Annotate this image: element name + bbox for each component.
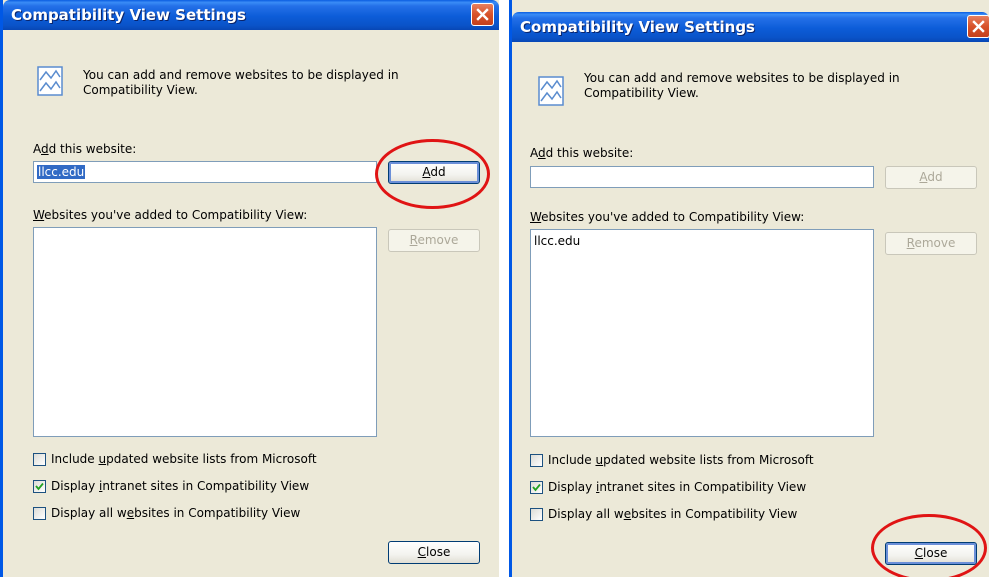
info-line-1: You can add and remove websites to be di… [83,68,399,82]
add-website-value: llcc.edu [37,165,86,179]
add-button[interactable]: Add [885,166,977,189]
title-bar: Compatibility View Settings [512,12,989,42]
websites-list-label: Websites you've added to Compatibility V… [33,208,308,222]
display-all-websites-checkbox[interactable] [33,507,46,520]
dialog-title: Compatibility View Settings [520,18,755,36]
include-updated-lists-checkbox[interactable] [33,453,46,466]
display-intranet-label: Display intranet sites in Compatibility … [51,479,310,493]
list-item[interactable]: llcc.edu [534,234,870,248]
title-bar: Compatibility View Settings [3,0,499,30]
close-window-button[interactable] [967,15,989,38]
include-updated-lists-label: Include updated website lists from Micro… [51,452,317,466]
checkmark-icon [35,482,44,491]
screenshot-stage: Compatibility View Settings You can add … [0,0,989,577]
include-updated-lists-checkbox[interactable] [530,454,543,467]
remove-button[interactable]: Remove [885,232,977,255]
dialog-before: Compatibility View Settings You can add … [0,0,499,577]
display-all-websites-label: Display all websites in Compatibility Vi… [548,507,798,521]
display-all-websites-checkbox[interactable] [530,508,543,521]
compatibility-view-icon [538,76,564,106]
websites-listbox[interactable] [33,227,377,437]
add-website-input[interactable]: llcc.edu [33,161,377,183]
close-button[interactable]: Close [885,542,977,565]
add-website-label: Add this website: [33,142,137,156]
display-intranet-label: Display intranet sites in Compatibility … [548,480,807,494]
add-website-label: Add this website: [530,146,634,160]
dialog-after: Compatibility View Settings You can add … [509,0,989,577]
websites-list-label: Websites you've added to Compatibility V… [530,210,805,224]
add-website-input[interactable] [530,166,874,188]
close-x-icon [972,20,985,33]
close-x-icon [476,8,489,21]
display-all-websites-label: Display all websites in Compatibility Vi… [51,506,301,520]
add-button[interactable]: Add [388,161,480,184]
info-line-2: Compatibility View. [83,83,198,97]
remove-button[interactable]: Remove [388,229,480,252]
close-window-button[interactable] [471,3,494,26]
display-intranet-checkbox[interactable] [530,481,543,494]
info-line-1: You can add and remove websites to be di… [584,71,900,85]
info-text: You can add and remove websites to be di… [584,71,900,101]
close-button[interactable]: Close [388,541,480,564]
info-line-2: Compatibility View. [584,86,699,100]
display-intranet-checkbox[interactable] [33,480,46,493]
dialog-title: Compatibility View Settings [11,6,246,24]
compatibility-view-icon [37,66,63,96]
include-updated-lists-label: Include updated website lists from Micro… [548,453,814,467]
websites-listbox[interactable]: llcc.edu [530,229,874,437]
info-text: You can add and remove websites to be di… [83,68,399,98]
checkmark-icon [532,483,541,492]
